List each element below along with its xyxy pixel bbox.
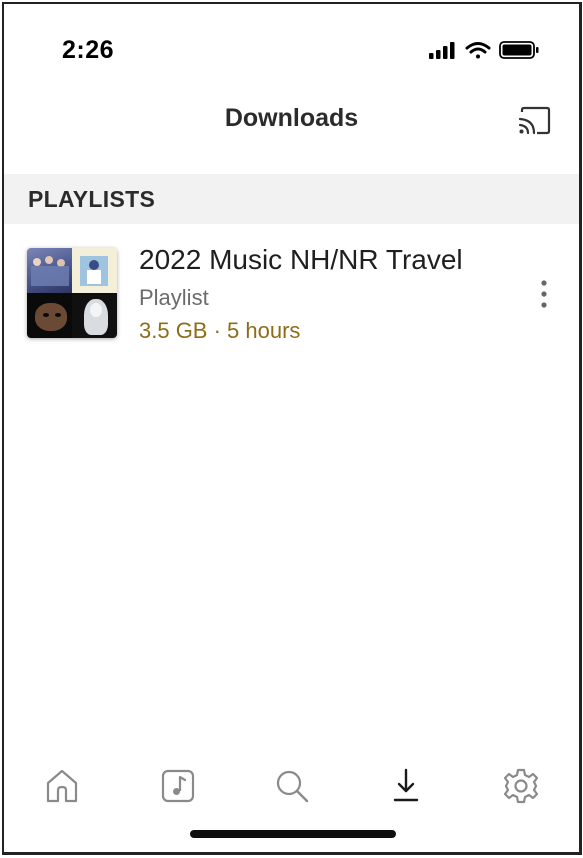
tab-settings[interactable] bbox=[501, 766, 541, 806]
status-icons bbox=[429, 40, 549, 60]
playlist-artwork bbox=[27, 248, 117, 338]
cast-button[interactable] bbox=[517, 106, 551, 136]
playlist-title: 2022 Music NH/NR Travel bbox=[139, 244, 463, 275]
download-icon bbox=[393, 768, 419, 802]
settings-gear-icon bbox=[503, 768, 539, 804]
tab-home[interactable] bbox=[42, 766, 82, 806]
nav-bar: Downloads bbox=[4, 84, 579, 174]
playlist-type: Playlist bbox=[139, 285, 209, 310]
status-time: 2:26 bbox=[62, 36, 115, 64]
status-bar: 2:26 bbox=[4, 4, 579, 84]
battery-icon bbox=[499, 41, 539, 59]
section-header: PLAYLISTS bbox=[4, 174, 579, 224]
cellular-signal-icon bbox=[429, 42, 455, 59]
search-icon bbox=[276, 770, 309, 803]
playlist-size-duration: 3.5 GB · 5 hours bbox=[139, 318, 301, 343]
album-cover-1 bbox=[27, 248, 72, 293]
more-options-button[interactable] bbox=[537, 278, 551, 312]
page-title: Downloads bbox=[224, 104, 359, 132]
more-vertical-icon bbox=[541, 280, 547, 308]
section-title: PLAYLISTS bbox=[28, 186, 156, 212]
wifi-icon bbox=[465, 42, 491, 59]
cast-icon bbox=[518, 106, 551, 135]
album-cover-2 bbox=[72, 248, 117, 293]
tab-music[interactable] bbox=[158, 766, 198, 806]
album-cover-3 bbox=[27, 293, 72, 338]
music-note-icon bbox=[161, 769, 195, 803]
home-indicator bbox=[190, 830, 396, 838]
tab-search[interactable] bbox=[272, 766, 312, 806]
app-screen: 2:26 Downloads PLAYLISTS 2022 Music NH/N… bbox=[2, 2, 582, 855]
tab-bar bbox=[4, 754, 579, 814]
playlist-row[interactable]: 2022 Music NH/NR Travel Playlist 3.5 GB … bbox=[4, 230, 579, 350]
home-icon bbox=[46, 769, 78, 803]
album-cover-4 bbox=[72, 293, 117, 338]
tab-downloads[interactable] bbox=[386, 766, 426, 806]
